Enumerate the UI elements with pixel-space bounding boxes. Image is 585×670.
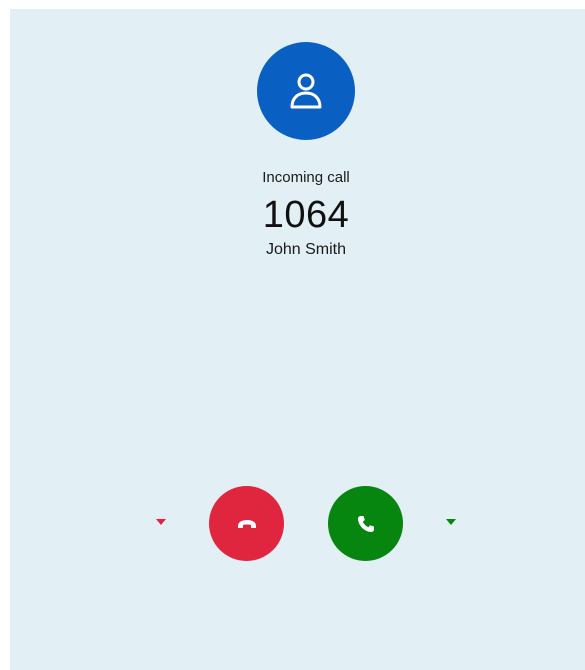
accept-call-button[interactable]: [328, 486, 403, 561]
phone-icon: [357, 515, 374, 532]
accept-options-caret-icon[interactable]: [446, 519, 456, 525]
caller-avatar: [257, 42, 355, 140]
caller-name: John Smith: [265, 241, 347, 258]
person-icon: [290, 73, 322, 109]
incoming-call-screen: Incoming call 1064 John Smith: [10, 9, 585, 670]
decline-options-caret-icon[interactable]: [156, 519, 166, 525]
decline-call-button[interactable]: [209, 486, 284, 561]
call-status-label: Incoming call: [262, 169, 350, 186]
caller-number: 1064: [262, 194, 350, 236]
hang-up-icon: [237, 519, 256, 528]
